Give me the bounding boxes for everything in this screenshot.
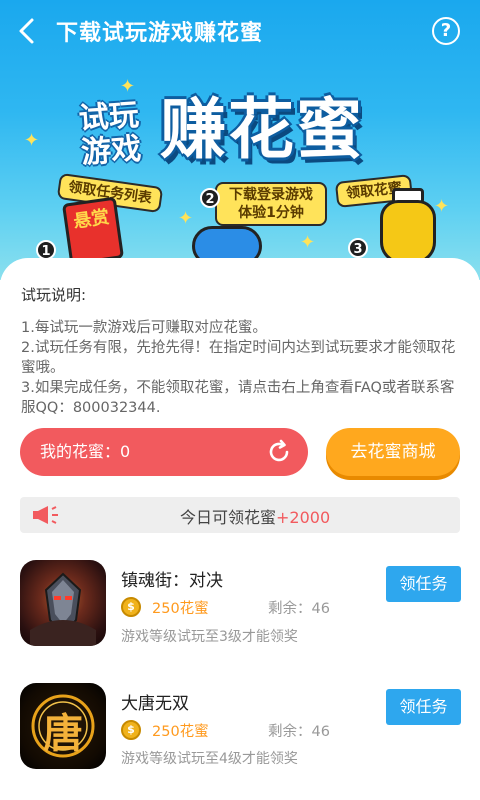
help-button[interactable]: ? bbox=[432, 17, 460, 45]
sparkle-icon: ✦ bbox=[434, 196, 450, 217]
game-icon[interactable] bbox=[20, 560, 106, 646]
instructions-title: 试玩说明: bbox=[21, 286, 87, 304]
sparkle-icon: ✦ bbox=[178, 208, 194, 229]
chevron-left-icon bbox=[19, 18, 34, 44]
today-honey-prefix: 今日可领花蜜 bbox=[180, 508, 277, 527]
today-honey-text: 今日可领花蜜+2000 bbox=[180, 504, 330, 528]
sparkle-icon: ✦ bbox=[120, 76, 136, 97]
game-remaining: 剩余：46 bbox=[268, 601, 330, 617]
refresh-icon[interactable] bbox=[266, 439, 292, 465]
step-3-number: 3 bbox=[348, 238, 368, 258]
step-2-label: 下载登录游戏体验1分钟 bbox=[215, 182, 327, 226]
step-1-number: 1 bbox=[36, 240, 56, 260]
red-envelope-illustration: 悬赏 bbox=[61, 196, 125, 266]
my-honey-button[interactable]: 我的花蜜：0 bbox=[20, 428, 308, 476]
megaphone-icon bbox=[33, 506, 58, 524]
game-reward: 250花蜜 bbox=[152, 601, 209, 617]
game-name: 大唐无双 bbox=[121, 694, 189, 714]
honey-shop-button[interactable]: 去花蜜商城 bbox=[326, 428, 460, 476]
game-logo-glyph: 唐 bbox=[43, 710, 83, 757]
hero-subtitle: 试玩游戏 bbox=[77, 97, 143, 171]
step-2-number: 2 bbox=[200, 188, 220, 208]
hero-headline: 赚花蜜 bbox=[160, 91, 364, 168]
claim-task-button[interactable]: 领任务 bbox=[386, 689, 461, 725]
back-button[interactable] bbox=[12, 14, 42, 48]
sparkle-icon: ✦ bbox=[300, 232, 316, 253]
honey-coin-icon: $ bbox=[121, 597, 141, 617]
game-name: 镇魂街：对决 bbox=[121, 571, 223, 591]
instruction-line: 1.每试玩一款游戏后可赚取对应花蜜。 bbox=[21, 320, 267, 336]
warrior-icon bbox=[30, 572, 96, 646]
hero-banner: 下载试玩游戏赚花蜜 ? ✦ ✦ ✦ ✦ ✦ 试玩游戏 赚花蜜 领取任务列表 下载… bbox=[0, 0, 480, 280]
game-icon[interactable]: 唐 bbox=[20, 683, 106, 769]
top-bar: 下载试玩游戏赚花蜜 ? bbox=[0, 0, 480, 62]
honey-coin-icon: $ bbox=[121, 720, 141, 740]
game-reward: 250花蜜 bbox=[152, 724, 209, 740]
instruction-line: 3.如果完成任务，不能领取花蜜，请点击右上角查看FAQ或者联系客服QQ：8000… bbox=[21, 380, 455, 416]
game-requirement: 游戏等级试玩至3级才能领奖 bbox=[121, 629, 298, 645]
sparkle-icon: ✦ bbox=[24, 130, 40, 151]
game-requirement: 游戏等级试玩至4级才能领奖 bbox=[121, 751, 298, 767]
instruction-line: 2.试玩任务有限，先抢先得！在指定时间内达到试玩要求才能领取花蜜哦。 bbox=[21, 340, 456, 376]
page-title: 下载试玩游戏赚花蜜 bbox=[56, 21, 264, 46]
today-honey-amount: +2000 bbox=[276, 508, 331, 527]
game-remaining: 剩余：46 bbox=[268, 724, 330, 740]
instructions-body: 1.每试玩一款游戏后可赚取对应花蜜。 2.试玩任务有限，先抢先得！在指定时间内达… bbox=[21, 318, 461, 418]
claim-task-button[interactable]: 领任务 bbox=[386, 566, 461, 602]
honey-jar-illustration bbox=[380, 200, 436, 264]
